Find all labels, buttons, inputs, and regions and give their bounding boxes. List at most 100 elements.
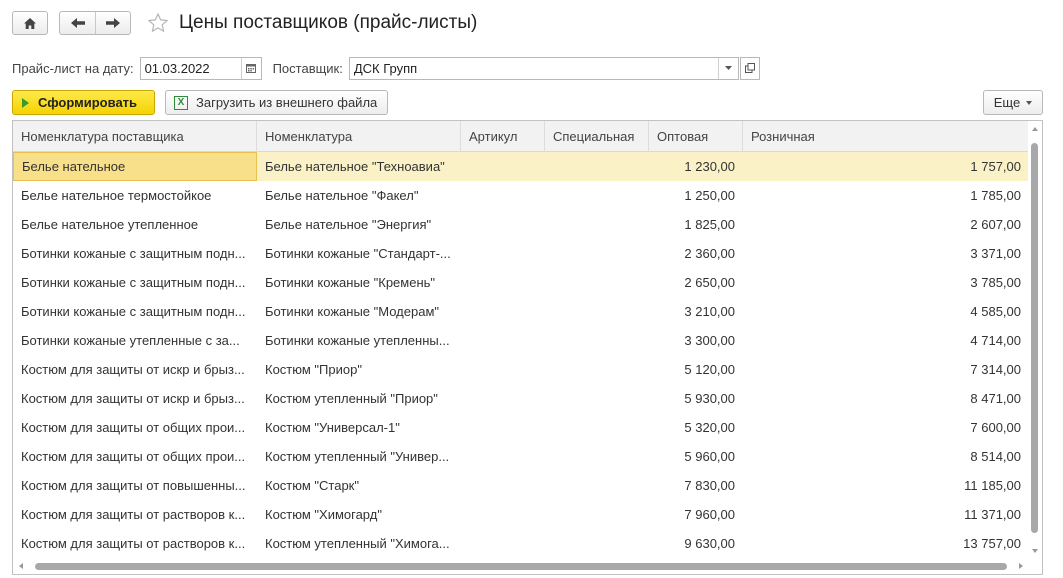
header-col-retail[interactable]: Розничная [743,121,1029,152]
supplier-dropdown-button[interactable] [717,57,738,79]
table-row[interactable]: Костюм для защиты от искр и брыз... Костю… [13,384,1029,413]
cell-text: Костюм для защиты от растворов к... [21,536,246,551]
cell-special [545,355,649,384]
table-row[interactable]: Костюм для защиты от искр и брыз... Костю… [13,355,1029,384]
cell-special [545,181,649,210]
cell-wholesale: 5 930,00 [649,384,743,413]
date-field[interactable] [139,56,262,80]
scroll-down-icon[interactable] [1032,549,1038,553]
home-button[interactable] [12,11,48,35]
cell-special [545,210,649,239]
vertical-scroll-thumb[interactable] [1031,143,1038,533]
cell-supplier-item: Костюм для защиты от растворов к... [13,500,257,529]
cell-text: Ботинки кожаные утепленны... [265,333,450,348]
header-col-special[interactable]: Специальная [545,121,649,152]
cell-retail: 11 185,00 [743,471,1029,500]
cell-wholesale: 5 320,00 [649,413,743,442]
table-row[interactable]: Костюм для защиты от общих прои... Костюм… [13,413,1029,442]
cell-item: Костюм утепленный "Химога... [257,529,461,558]
table-row[interactable]: Белье нательное утепленное Белье нательно… [13,210,1029,239]
cell-item: Белье нательное "Факел" [257,181,461,210]
supplier-field[interactable] [348,56,739,80]
home-icon [24,17,36,29]
vertical-scrollbar[interactable] [1028,121,1042,559]
cell-text: 2 650,00 [684,275,735,290]
cell-text: 3 785,00 [970,275,1021,290]
cell-wholesale: 1 230,00 [649,152,743,181]
table-row[interactable]: Костюм для защиты от растворов к... Костю… [13,529,1029,558]
cell-wholesale: 5 120,00 [649,355,743,384]
header-col-wholesale[interactable]: Оптовая [649,121,743,152]
header-col-article[interactable]: Артикул [461,121,545,152]
cell-retail: 7 314,00 [743,355,1029,384]
table-row[interactable]: Костюм для защиты от общих прои... Костюм… [13,442,1029,471]
open-supplier-button[interactable] [739,56,760,80]
cell-text: Белье нательное [22,159,126,174]
cell-text: Ботинки кожаные с защитным подн... [21,304,246,319]
cell-supplier-item: Белье нательное [13,152,257,181]
table-row[interactable]: Ботинки кожаные с защитным подн... Ботинк… [13,239,1029,268]
generate-button[interactable]: Сформировать [12,90,155,115]
cell-text: 8 471,00 [970,391,1021,406]
scroll-right-icon[interactable] [1019,563,1023,569]
page-title: Цены поставщиков (прайс-листы) [179,12,478,33]
table-row[interactable]: Ботинки кожаные с защитным подн... Ботинк… [13,268,1029,297]
cell-article [461,239,545,268]
cell-text: 3 210,00 [684,304,735,319]
cell-retail: 8 514,00 [743,442,1029,471]
cell-item: Ботинки кожаные "Кремень" [257,268,461,297]
cell-text: Костюм утепленный "Химога... [265,536,450,551]
cell-special [545,239,649,268]
back-button[interactable] [60,12,95,34]
forward-button[interactable] [95,12,130,34]
cell-text: 7 314,00 [970,362,1021,377]
supplier-input[interactable] [353,60,738,76]
cell-text: Костюм для защиты от растворов к... [21,507,246,522]
cell-article [461,181,545,210]
cell-article [461,529,545,558]
cell-wholesale: 3 300,00 [649,326,743,355]
table-row[interactable]: Ботинки кожаные с защитным подн... Ботинк… [13,297,1029,326]
cell-text: Костюм утепленный "Универ... [265,449,450,464]
cell-item: Ботинки кожаные "Модерам" [257,297,461,326]
cell-supplier-item: Ботинки кожаные с защитным подн... [13,239,257,268]
table-row[interactable]: Белье нательное термостойкое Белье натель… [13,181,1029,210]
cell-article [461,384,545,413]
header-col-item[interactable]: Номенклатура [257,121,461,152]
cell-special [545,152,649,181]
date-label: Прайс-лист на дату: [12,60,134,76]
cell-retail: 3 371,00 [743,239,1029,268]
calendar-button[interactable] [240,57,261,79]
favorite-button[interactable] [145,10,171,36]
scroll-up-icon[interactable] [1032,127,1038,131]
cell-text: Ботинки кожаные утепленные с за... [21,333,240,348]
scroll-left-icon[interactable] [19,563,23,569]
cell-item: Белье нательное "Техноавиа" [257,152,461,181]
table-row[interactable]: Костюм для защиты от повышенны... Костюм … [13,471,1029,500]
horizontal-scrollbar[interactable] [13,559,1029,574]
more-button[interactable]: Еще [983,90,1043,115]
table-row[interactable]: Костюм для защиты от растворов к... Костю… [13,500,1029,529]
cell-supplier-item: Костюм для защиты от растворов к... [13,529,257,558]
cell-article [461,210,545,239]
table-row[interactable]: Белье нательное Белье нательное "Техноави… [13,152,1029,181]
cell-text: 5 320,00 [684,420,735,435]
price-table[interactable]: Номенклатура поставщика Номенклатура Артик… [12,120,1043,575]
title-bar: Цены поставщиков (прайс-листы) [12,10,477,36]
calendar-icon [246,64,257,73]
cell-wholesale: 5 960,00 [649,442,743,471]
header-col-supplier-item[interactable]: Номенклатура поставщика [13,121,257,152]
table-row[interactable]: Ботинки кожаные утепленные с за... Ботинк… [13,326,1029,355]
cell-supplier-item: Костюм для защиты от искр и брыз... [13,384,257,413]
cell-article [461,268,545,297]
load-from-file-button[interactable]: X Загрузить из внешнего файла [165,90,388,115]
cell-text: Костюм "Приор" [265,362,362,377]
generate-button-label: Сформировать [38,95,138,110]
cell-wholesale: 7 830,00 [649,471,743,500]
cell-text: 13 757,00 [963,536,1021,551]
horizontal-scroll-thumb[interactable] [35,563,1007,570]
cell-text: Ботинки кожаные "Кремень" [265,275,436,290]
cell-text: Костюм для защиты от искр и брыз... [21,391,245,406]
cell-article [461,355,545,384]
cell-wholesale: 1 250,00 [649,181,743,210]
